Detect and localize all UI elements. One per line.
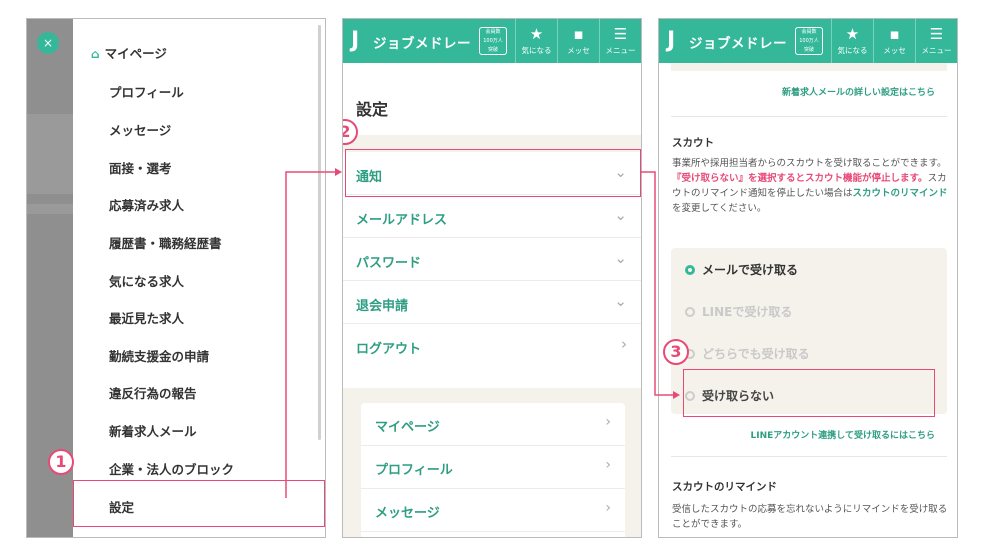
sub-item-mypage[interactable]: マイページ › [361, 403, 625, 446]
line-account-link[interactable]: LINEアカウント連携して受け取るにはこちら [751, 428, 936, 441]
logo-mark: J [667, 28, 676, 53]
chevron-right-icon: › [605, 414, 611, 430]
chat-icon: ▪ [889, 25, 900, 43]
highlight-do-not-receive [683, 369, 935, 417]
chat-icon: ▪ [573, 25, 584, 43]
home-icon: ⌂ [91, 47, 100, 61]
sub-navigation: マイページ › プロフィール › メッセージ › [361, 403, 625, 537]
logo-text[interactable]: ジョブメドレー [689, 32, 787, 52]
settings-item-logout[interactable]: ログアウト › [343, 324, 641, 367]
chevron-right-icon: › [605, 500, 611, 516]
menu-item-profile[interactable]: プロフィール [109, 82, 184, 101]
page-title: 設定 [356, 100, 389, 119]
chevron-down-icon: ⌄ [614, 249, 627, 267]
menu-item-mypage[interactable]: ⌂ マイページ [91, 43, 167, 62]
member-count-badge: 会員数 100万人 突破 [795, 27, 823, 55]
menu-item-recent-jobs[interactable]: 最近見た求人 [109, 308, 184, 327]
section-divider [671, 456, 947, 457]
menu-item-new-job-mail[interactable]: 新着求人メール [109, 421, 197, 440]
highlight-settings [73, 480, 325, 527]
step-badge-3: 3 [663, 339, 689, 365]
side-menu-panel: × ⌂ マイページ プロフィール メッセージ 面接・選考 応募済み求人 履歴書・職… [26, 18, 326, 538]
menu-item-label: マイページ [104, 46, 167, 61]
settings-item-email[interactable]: メールアドレス ⌄ [343, 195, 641, 238]
menu-button[interactable]: ☰ メニュー [599, 19, 641, 63]
new-job-mail-settings-link[interactable]: 新着求人メールの詳しい設定はこちら [782, 85, 935, 98]
member-count-badge: 会員数 100万人 突破 [479, 27, 507, 55]
settings-item-withdraw[interactable]: 退会申請 ⌄ [343, 281, 641, 324]
highlight-notifications [345, 149, 641, 197]
previous-section-edge [671, 63, 947, 71]
menu-scrollbar[interactable] [318, 25, 321, 440]
menu-item-interviews[interactable]: 面接・選考 [109, 158, 172, 177]
scout-remind-description: 受信したスカウトの応募を忘れないようにリマインドを受け取ることができます。 [672, 504, 948, 530]
menu-item-favorite-jobs[interactable]: 気になる求人 [109, 271, 184, 290]
scout-description: 事業所や採用担当者からのスカウトを受け取ることができます。『受け取らない』を選択… [672, 158, 948, 214]
favorites-button[interactable]: ★ 気になる [515, 19, 557, 63]
menu-item-messages[interactable]: メッセージ [109, 120, 171, 139]
logo-text[interactable]: ジョブメドレー [373, 32, 471, 52]
option-receive-by-line[interactable]: LINEで受け取る [685, 303, 792, 320]
star-icon: ★ [529, 25, 544, 43]
messages-button[interactable]: ▪ メッセ [557, 19, 599, 63]
menu-item-block-companies[interactable]: 企業・法人のブロック [109, 459, 234, 478]
page-title-bar: 設定 [343, 63, 641, 135]
chevron-down-icon: ⌄ [614, 206, 627, 224]
connector-arrowhead [335, 168, 342, 176]
favorites-button[interactable]: ★ 気になる [831, 19, 873, 63]
star-icon: ★ [845, 25, 860, 43]
logo-mark: J [351, 28, 360, 53]
menu-item-applied-jobs[interactable]: 応募済み求人 [109, 195, 184, 214]
chevron-down-icon: ⌄ [614, 292, 627, 310]
app-header: J ジョブメドレー 会員数 100万人 突破 ★ 気になる ▪ メッセ ☰ メニュー [659, 19, 957, 63]
menu-item-violation-report[interactable]: 違反行為の報告 [109, 383, 197, 402]
menu-drawer: ⌂ マイページ プロフィール メッセージ 面接・選考 応募済み求人 履歴書・職務経… [73, 19, 323, 537]
chevron-right-icon: › [605, 457, 611, 473]
radio-icon [685, 307, 695, 317]
section-divider [671, 116, 947, 117]
scout-settings-panel: J ジョブメドレー 会員数 100万人 突破 ★ 気になる ▪ メッセ ☰ メニュー… [658, 18, 958, 538]
app-header: J ジョブメドレー 会員数 100万人 突破 ★ 気になる ▪ メッセ ☰ メニュー [343, 19, 641, 63]
option-receive-by-email[interactable]: メールで受け取る [685, 261, 798, 278]
tutorial-screenshot: × ⌂ マイページ プロフィール メッセージ 面接・選考 応募済み求人 履歴書・職… [0, 0, 984, 556]
radio-selected-icon [685, 265, 695, 275]
scout-remind-heading: スカウトのリマインド [672, 481, 777, 493]
menu-item-resume[interactable]: 履歴書・職務経歴書 [109, 233, 222, 252]
chevron-right-icon: › [621, 335, 627, 353]
step-badge-1: 1 [48, 449, 74, 475]
hamburger-icon: ☰ [613, 25, 628, 43]
menu-button[interactable]: ☰ メニュー [915, 19, 957, 63]
option-receive-both[interactable]: どちらでも受け取る [685, 345, 810, 362]
hamburger-icon: ☰ [929, 25, 944, 43]
settings-panel: J ジョブメドレー 会員数 100万人 突破 ★ 気になる ▪ メッセ ☰ メニュー… [342, 18, 642, 538]
scout-heading: スカウト [672, 137, 714, 149]
menu-item-retention-bonus[interactable]: 勤続支援金の申請 [109, 346, 209, 365]
settings-item-password[interactable]: パスワード ⌄ [343, 238, 641, 281]
sub-item-messages[interactable]: メッセージ › [361, 489, 625, 532]
close-icon[interactable]: × [37, 32, 59, 54]
messages-button[interactable]: ▪ メッセ [873, 19, 915, 63]
sub-item-profile[interactable]: プロフィール › [361, 446, 625, 489]
